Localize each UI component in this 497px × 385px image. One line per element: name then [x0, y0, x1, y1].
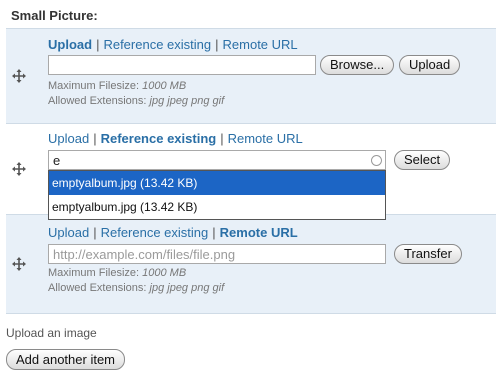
- transfer-button[interactable]: Transfer: [394, 244, 462, 264]
- remote-url-link[interactable]: Remote URL: [223, 37, 298, 52]
- max-filesize-text: Maximum Filesize: 1000 MB: [48, 80, 186, 92]
- allowed-extensions-label: Allowed Extensions:: [48, 282, 147, 294]
- max-filesize-value: 1000 MB: [142, 80, 187, 92]
- upload-button[interactable]: Upload: [399, 55, 461, 75]
- reference-existing-link[interactable]: Reference existing: [101, 225, 209, 240]
- add-another-item-button[interactable]: Add another item: [6, 349, 126, 370]
- reference-existing-link[interactable]: Reference existing: [103, 37, 211, 52]
- remote-url-link[interactable]: Remote URL: [228, 131, 303, 146]
- link-separator: |: [96, 37, 100, 52]
- field-title: Small Picture:: [11, 8, 98, 23]
- max-filesize-label: Maximum Filesize:: [48, 80, 140, 92]
- source-links: Upload | Reference existing | Remote URL: [48, 225, 298, 240]
- source-links: Upload | Reference existing | Remote URL: [48, 131, 303, 146]
- browse-button[interactable]: Browse...: [320, 55, 395, 75]
- remote-url-link[interactable]: Remote URL: [220, 225, 298, 240]
- autocomplete-option[interactable]: emptyalbum.jpg (13.42 KB): [49, 171, 385, 195]
- link-separator: |: [220, 131, 224, 146]
- file-item-row-upload: Upload | Reference existing | Remote URL Bro…: [6, 29, 496, 124]
- allowed-extensions-label: Allowed Extensions:: [48, 95, 147, 107]
- select-button[interactable]: Select: [394, 150, 451, 170]
- link-separator: |: [93, 225, 97, 240]
- max-filesize-value: 1000 MB: [142, 267, 187, 279]
- file-field-widget: Small Picture: Upload | Reference existing…: [0, 0, 497, 385]
- field-description: Upload an image: [6, 326, 97, 340]
- source-links: Upload | Reference existing | Remote URL: [48, 37, 298, 52]
- reference-existing-link[interactable]: Reference existing: [101, 131, 217, 146]
- file-items-table: Upload | Reference existing | Remote URL Bro…: [6, 28, 496, 314]
- search-circle-icon: [371, 155, 382, 166]
- move-arrows-icon[interactable]: [12, 69, 26, 83]
- link-separator: |: [212, 225, 216, 240]
- autocomplete-dropdown: emptyalbum.jpg (13.42 KB) emptyalbum.jpg…: [48, 170, 386, 220]
- allowed-extensions-value: jpg jpeg png gif: [149, 282, 225, 294]
- reference-search-input[interactable]: [48, 150, 386, 170]
- max-filesize-text: Maximum Filesize: 1000 MB: [48, 267, 186, 279]
- autocomplete-option[interactable]: emptyalbum.jpg (13.42 KB): [49, 195, 385, 219]
- allowed-extensions-value: jpg jpeg png gif: [149, 95, 225, 107]
- link-separator: |: [215, 37, 219, 52]
- move-arrows-icon[interactable]: [12, 162, 26, 176]
- allowed-extensions-text: Allowed Extensions: jpg jpeg png gif: [48, 282, 224, 294]
- allowed-extensions-text: Allowed Extensions: jpg jpeg png gif: [48, 95, 224, 107]
- file-path-input[interactable]: [48, 55, 316, 75]
- upload-link[interactable]: Upload: [48, 37, 92, 52]
- remote-url-input[interactable]: [48, 244, 386, 264]
- max-filesize-label: Maximum Filesize:: [48, 267, 140, 279]
- file-item-row-remote: Upload|Reference existing|Remote URL Tra…: [6, 215, 496, 313]
- upload-link[interactable]: Upload: [48, 225, 89, 240]
- link-separator: |: [93, 131, 97, 146]
- upload-link[interactable]: Upload: [48, 131, 89, 146]
- move-arrows-icon[interactable]: [12, 257, 26, 271]
